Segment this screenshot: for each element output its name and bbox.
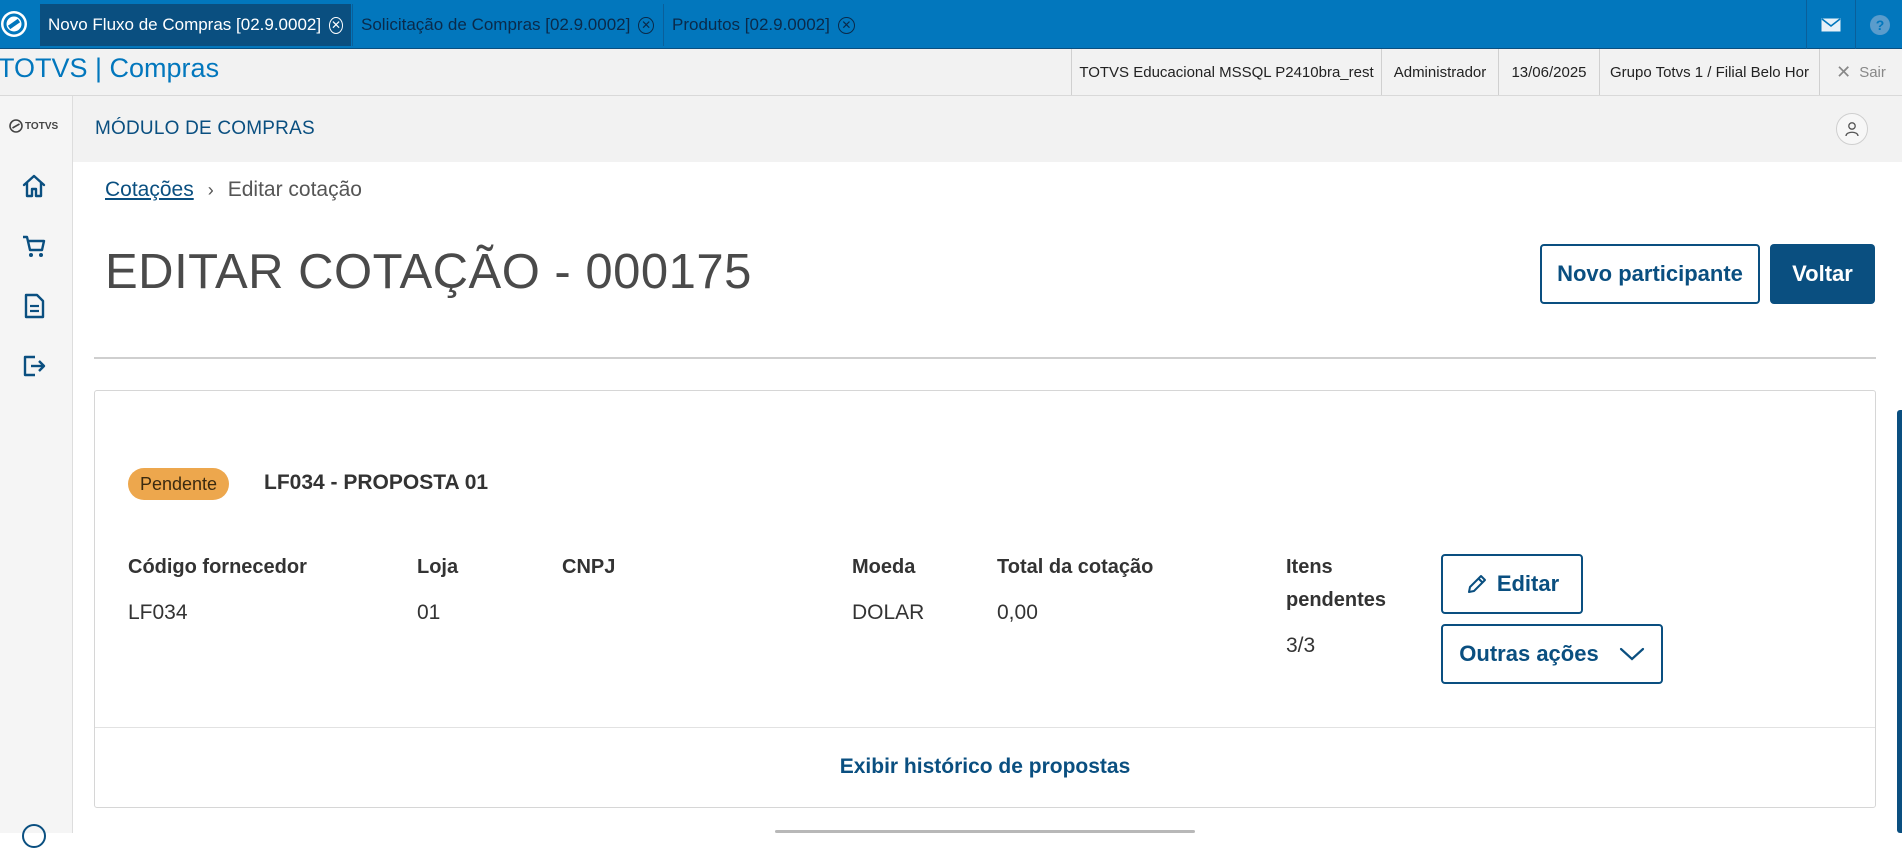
tab-label: Solicitação de Compras [02.9.0002] — [361, 15, 631, 34]
svg-text:?: ? — [1875, 17, 1884, 33]
date-info: 13/06/2025 — [1498, 49, 1599, 95]
tab-label: Novo Fluxo de Compras [02.9.0002] — [48, 15, 322, 34]
totvs-logo: TOTVS — [9, 119, 58, 133]
total-label: Total da cotação — [997, 556, 1154, 578]
currency-label: Moeda — [852, 556, 916, 578]
pending-items-label-line2: pendentes — [1286, 589, 1387, 611]
pending-items-label-line1: Itens — [1286, 556, 1333, 578]
proposal-card: Pendente LF034 - PROPOSTA 01 Código forn… — [94, 390, 1876, 808]
tab-solicitacao[interactable]: Solicitação de Compras [02.9.0002] ✕ — [352, 4, 662, 46]
exit-label: Sair — [1859, 63, 1886, 81]
sidebar: TOTVS — [0, 96, 73, 848]
breadcrumb-link-cotacoes[interactable]: Cotações — [105, 178, 194, 202]
store-label: Loja — [417, 556, 459, 578]
total-value: 0,00 — [997, 601, 1038, 624]
back-button[interactable]: Voltar — [1770, 244, 1875, 304]
store-value: 01 — [417, 601, 441, 624]
home-icon[interactable] — [18, 170, 50, 202]
tab-novo-fluxo[interactable]: Novo Fluxo de Compras [02.9.0002] ✕ — [40, 4, 351, 46]
close-icon[interactable]: ✕ — [329, 16, 343, 34]
card-divider — [95, 727, 1875, 728]
edit-button[interactable]: Editar — [1441, 554, 1583, 614]
exit-button[interactable]: ✕ Sair — [1819, 49, 1902, 95]
breadcrumb-current: Editar cotação — [227, 178, 362, 201]
help-icon[interactable]: ? — [1855, 0, 1902, 49]
info-bar: TOTVS | Compras TOTVS Educacional MSSQL … — [0, 49, 1902, 96]
cnpj-label: CNPJ — [562, 556, 616, 578]
app-title: TOTVS | Compras — [0, 53, 220, 83]
branch-info: Grupo Totvs 1 / Filial Belo Hor — [1599, 49, 1819, 95]
vertical-scrollbar[interactable] — [1897, 410, 1902, 833]
proposal-name: LF034 - PROPOSTA 01 — [264, 471, 489, 494]
divider — [94, 357, 1876, 359]
pending-items-value: 3/3 — [1286, 634, 1316, 657]
pending-items-label: Itens pendentes — [1286, 551, 1386, 617]
other-actions-button[interactable]: Outras ações — [1441, 624, 1663, 684]
page-title: EDITAR COTAÇÃO - 000175 — [105, 245, 752, 299]
close-icon[interactable]: ✕ — [837, 16, 855, 34]
chevron-right-icon: › — [207, 179, 214, 200]
show-proposal-history-link[interactable]: Exibir histórico de propostas — [95, 755, 1875, 779]
module-title: MÓDULO DE COMPRAS — [95, 118, 315, 139]
other-actions-label: Outras ações — [1459, 641, 1599, 666]
logo-text: TOTVS — [25, 120, 59, 132]
user-info: Administrador — [1381, 49, 1498, 95]
new-participant-button[interactable]: Novo participante — [1540, 244, 1760, 304]
logout-icon[interactable] — [18, 350, 50, 382]
edit-button-label: Editar — [1496, 571, 1560, 596]
totvs-logo-icon[interactable] — [0, 6, 34, 42]
settings-icon[interactable] — [22, 824, 46, 848]
document-icon[interactable] — [18, 290, 50, 322]
close-icon[interactable]: ✕ — [638, 16, 654, 34]
chevron-down-icon — [1619, 647, 1644, 661]
currency-value: DOLAR — [852, 601, 925, 624]
breadcrumb: Cotações › Editar cotação — [105, 178, 362, 202]
module-header: MÓDULO DE COMPRAS — [73, 96, 1902, 162]
cart-icon[interactable] — [18, 230, 50, 262]
mail-icon[interactable] — [1806, 0, 1854, 49]
close-icon: ✕ — [1836, 61, 1852, 82]
pencil-icon — [1467, 575, 1486, 593]
status-badge: Pendente — [128, 468, 230, 500]
tab-label: Produtos [02.9.0002] — [672, 15, 830, 34]
user-avatar-icon[interactable] — [1836, 113, 1868, 145]
supplier-code-value: LF034 — [128, 601, 188, 624]
totvs-logo-icon — [9, 119, 23, 133]
environment-info: TOTVS Educacional MSSQL P2410bra_rest — [1071, 49, 1381, 95]
supplier-code-label: Código fornecedor — [128, 556, 307, 578]
tab-bar: Novo Fluxo de Compras [02.9.0002] ✕ Soli… — [0, 0, 1902, 49]
tab-produtos[interactable]: Produtos [02.9.0002] ✕ — [663, 4, 865, 46]
